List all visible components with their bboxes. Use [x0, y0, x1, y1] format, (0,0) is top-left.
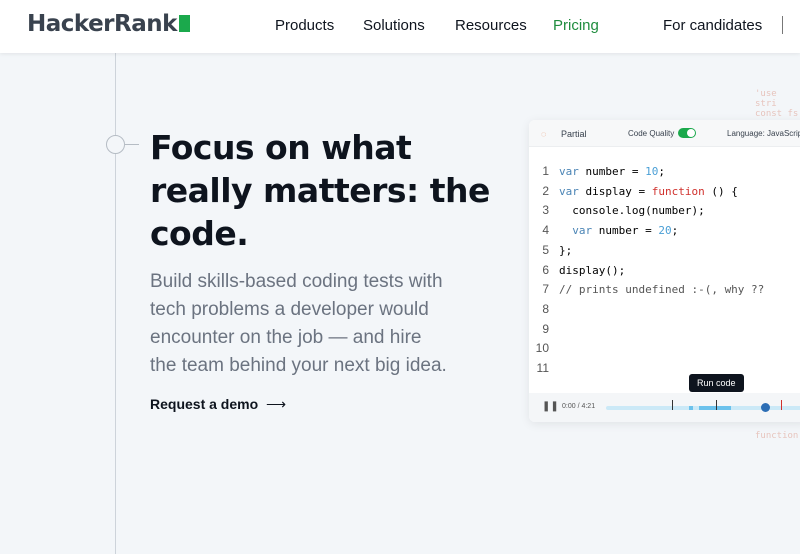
logo-square-icon: [178, 15, 190, 32]
error-marker: [781, 400, 782, 410]
line-number: 6: [542, 262, 549, 277]
code-line: // prints undefined :-(, why ??: [559, 283, 765, 297]
top-nav: HackerRank Products Solutions Resources …: [0, 0, 800, 53]
request-demo-link[interactable]: Request a demo ⟶: [150, 396, 286, 413]
logo-text: HackerRank: [27, 11, 177, 37]
bg-code-text: const fs: [755, 109, 799, 119]
partial-status-icon: ◌: [541, 129, 547, 139]
run-code-tooltip: Run code: [689, 374, 744, 392]
language-label[interactable]: Language: JavaScript: [727, 129, 800, 138]
playback-bar: ❚❚ 0:00 / 4:21: [529, 393, 800, 422]
marker: [716, 400, 717, 410]
run-segment: [699, 406, 731, 410]
nav-for-candidates[interactable]: For candidates: [663, 17, 762, 34]
nav-solutions[interactable]: Solutions: [363, 17, 425, 34]
code-line: var display = function () {: [559, 184, 738, 198]
line-number: 9: [542, 321, 549, 336]
playback-track[interactable]: [606, 400, 800, 412]
timeline-tick: [125, 144, 139, 145]
code-line: var number = 10;: [559, 165, 665, 178]
code-line: };: [559, 243, 573, 257]
nav-products[interactable]: Products: [275, 17, 334, 34]
marker: [672, 400, 673, 410]
code-quality-label: Code Quality: [628, 129, 675, 138]
bg-code-text: function: [755, 431, 799, 441]
request-demo-label: Request a demo: [150, 396, 259, 412]
code-lines: 1 var number = 10; 2 var display = functio…: [529, 162, 765, 379]
editor-header: ◌ Partial Code Quality Language: JavaScr…: [529, 120, 800, 147]
line-number: 4: [542, 223, 549, 238]
code-line: console.log(number);: [559, 204, 705, 218]
status-label: Partial: [561, 129, 587, 139]
nav-resources[interactable]: Resources: [455, 17, 527, 34]
playback-time: 0:00 / 4:21: [562, 403, 596, 410]
line-number: 7: [542, 282, 549, 297]
hero-subtitle: Build skills-based coding tests with tec…: [150, 271, 447, 376]
line-number: 1: [542, 164, 549, 178]
code-quality-toggle[interactable]: [678, 128, 696, 138]
pause-icon[interactable]: ❚❚: [542, 401, 559, 412]
code-line: display();: [559, 263, 626, 277]
line-number: 11: [536, 361, 549, 376]
line-number: 10: [535, 341, 549, 356]
code-editor: ◌ Partial Code Quality Language: JavaScr…: [529, 120, 800, 422]
segment: [689, 406, 693, 410]
timeline-line: [115, 53, 116, 554]
arrow-right-icon: ⟶: [266, 396, 287, 412]
line-number: 5: [542, 242, 549, 257]
logo[interactable]: HackerRank: [27, 11, 190, 37]
line-number: 2: [542, 183, 549, 198]
timeline-circle-icon: [106, 135, 125, 154]
nav-divider: [782, 16, 783, 34]
bg-code-text: 'use stri: [755, 89, 777, 109]
hero-title: Focus on what really matters: the code.: [150, 128, 490, 253]
nav-pricing[interactable]: Pricing: [553, 17, 599, 34]
line-number: 8: [542, 301, 549, 316]
line-number: 3: [542, 203, 549, 218]
playhead-handle[interactable]: [761, 403, 770, 412]
code-line: var number = 20;: [572, 224, 679, 238]
